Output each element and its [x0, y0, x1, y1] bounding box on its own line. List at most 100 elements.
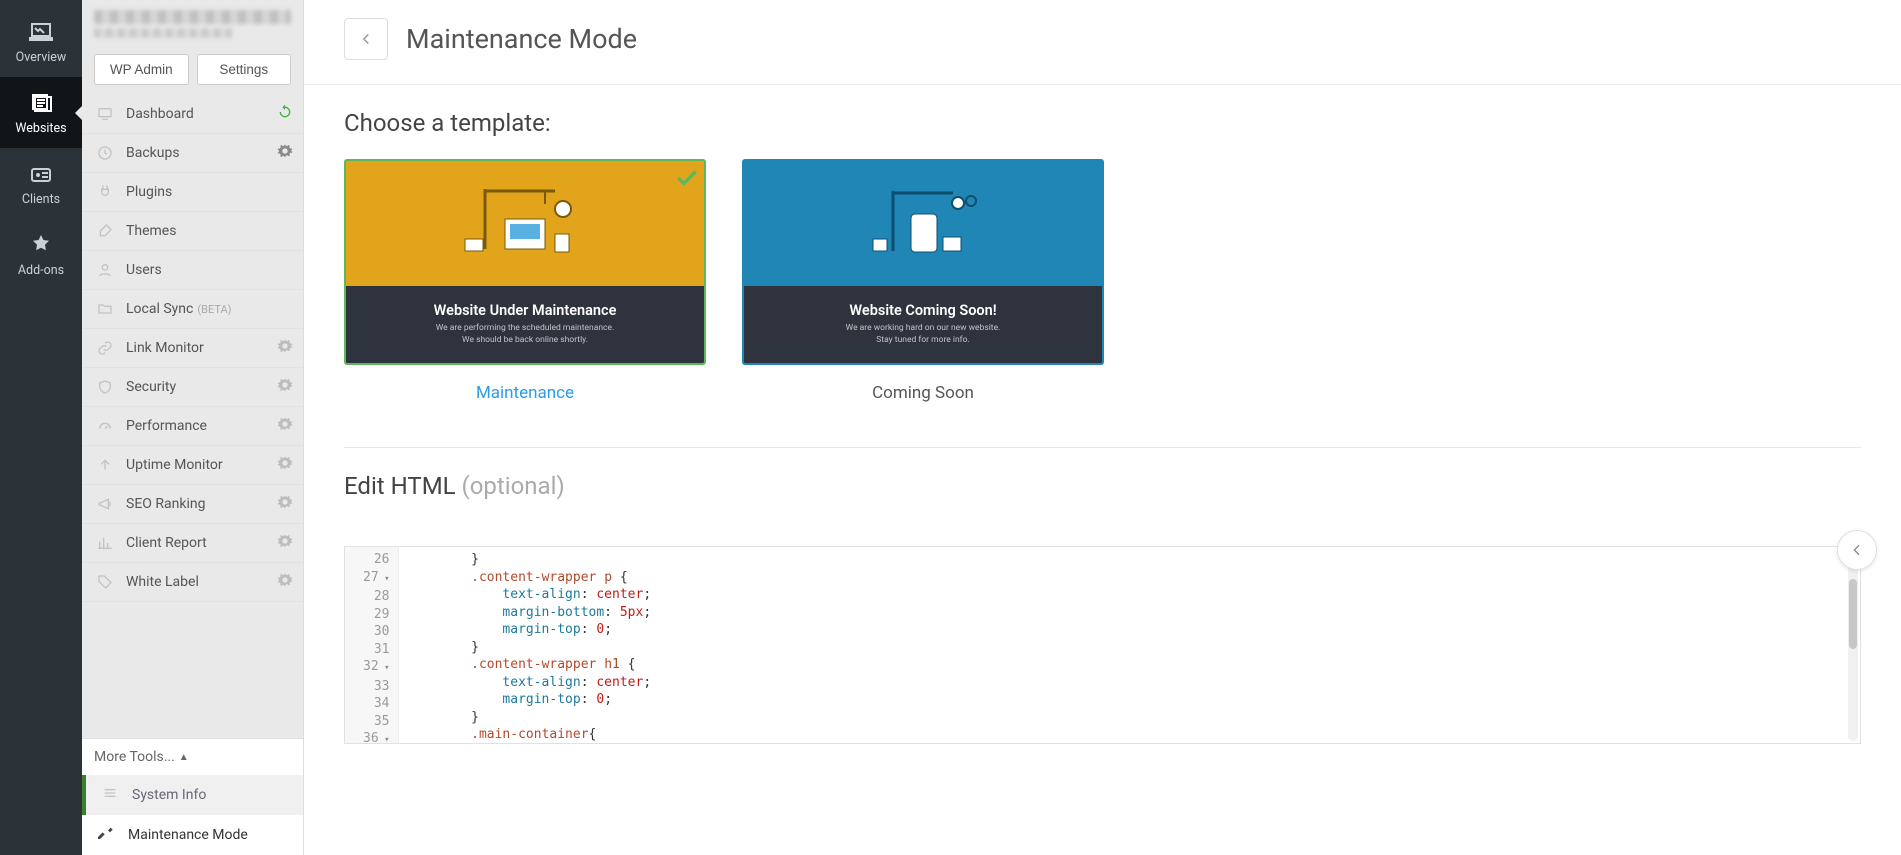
code-line[interactable]: margin-bottom: 5px; [409, 604, 652, 622]
gear-icon[interactable] [277, 416, 293, 436]
gear-icon[interactable] [277, 455, 293, 475]
refresh-icon[interactable] [277, 104, 293, 124]
code-line[interactable]: .content-wrapper p { [409, 569, 652, 587]
line-number: 33 [363, 678, 390, 696]
sub-maintenance-mode[interactable]: Maintenance Mode [82, 815, 303, 855]
sidebar-item-label: Users [126, 262, 162, 278]
sidebar-item-label: Uptime Monitor [126, 457, 223, 473]
rail-addons-label: Add-ons [18, 263, 64, 278]
link-icon [94, 339, 116, 357]
caret-up-icon: ▲ [179, 752, 189, 763]
edit-html-label: Edit HTML [344, 472, 462, 500]
sidebar: WP Admin Settings Dashboard BackupsPlugin… [82, 0, 304, 855]
template-line1: We are working hard on our new website. [846, 323, 1001, 333]
rail-websites[interactable]: Websites [0, 77, 82, 148]
sidebar-item-label: Performance [126, 418, 207, 434]
construction-illustration [445, 179, 605, 269]
code-line[interactable]: .main-container{ [409, 726, 652, 744]
sidebar-item-security[interactable]: Security [82, 368, 303, 407]
sidebar-item-label: Themes [126, 223, 176, 239]
sidebar-item-label: SEO Ranking [126, 496, 205, 512]
sidebar-item-label: Security [126, 379, 176, 395]
wp-admin-button[interactable]: WP Admin [94, 54, 189, 85]
editor-gutter: 26272829303132333435363738 [345, 547, 399, 743]
code-line[interactable]: text-align: center; [409, 674, 652, 692]
rail-addons[interactable]: Add-ons [0, 219, 82, 290]
sidebar-item-label: Client Report [126, 535, 207, 551]
sidebar-item-link-monitor[interactable]: Link Monitor [82, 329, 303, 368]
sidebar-item-seo-ranking[interactable]: SEO Ranking [82, 485, 303, 524]
sidebar-item-plugins[interactable]: Plugins [82, 173, 303, 212]
page-title: Maintenance Mode [406, 23, 637, 55]
sidebar-item-dashboard[interactable]: Dashboard [82, 95, 303, 134]
code-line[interactable]: .content-wrapper h1 { [409, 656, 652, 674]
template-cards: Website Under Maintenance We are perform… [344, 159, 1861, 403]
clients-icon [27, 162, 55, 186]
code-line[interactable]: } [409, 551, 652, 569]
panel-collapse-button[interactable] [1837, 530, 1877, 570]
up-icon [94, 456, 116, 474]
rail-overview[interactable]: Overview [0, 6, 82, 77]
line-number: 32 [363, 658, 390, 678]
folder-icon [94, 300, 116, 318]
shield-icon [94, 378, 116, 396]
template-card-coming-soon[interactable]: Website Coming Soon! We are working hard… [742, 159, 1104, 403]
editor-scrollbar[interactable] [1848, 549, 1858, 741]
sub-system-info-label: System Info [132, 787, 206, 803]
code-line[interactable]: margin-top: 0; [409, 691, 652, 709]
back-button[interactable] [344, 18, 388, 60]
sidebar-item-label: Dashboard [126, 106, 194, 122]
sidebar-item-backups[interactable]: Backups [82, 134, 303, 173]
edit-html-title: Edit HTML (optional) [344, 472, 1861, 500]
gear-icon[interactable] [277, 377, 293, 397]
editor-scroll-thumb[interactable] [1849, 579, 1857, 649]
wrench-icon [98, 825, 120, 845]
html-editor[interactable]: 26272829303132333435363738 } .content-wr… [344, 546, 1861, 744]
topbar: Maintenance Mode [304, 0, 1901, 85]
plug-icon [94, 183, 116, 201]
beta-badge: (BETA) [197, 303, 231, 316]
line-number: 34 [363, 695, 390, 713]
gear-icon[interactable] [277, 338, 293, 358]
sidebar-item-white-label[interactable]: White Label [82, 563, 303, 602]
sidebar-item-uptime-monitor[interactable]: Uptime Monitor [82, 446, 303, 485]
code-line[interactable]: } [409, 639, 652, 657]
sub-maintenance-mode-label: Maintenance Mode [128, 827, 248, 843]
sidebar-item-themes[interactable]: Themes [82, 212, 303, 251]
code-line[interactable]: margin-top: 0; [409, 621, 652, 639]
sidebar-item-client-report[interactable]: Client Report [82, 524, 303, 563]
line-number: 30 [363, 623, 390, 641]
code-line[interactable]: display: table; [409, 744, 652, 745]
gear-icon[interactable] [277, 143, 293, 163]
site-header [82, 0, 303, 48]
template-line2: Stay tuned for more info. [876, 335, 969, 345]
user-icon [94, 261, 116, 279]
more-tools-toggle[interactable]: More Tools... ▲ [82, 738, 303, 775]
more-tools-label: More Tools... [94, 749, 175, 765]
code-line[interactable]: text-align: center; [409, 586, 652, 604]
sidebar-item-users[interactable]: Users [82, 251, 303, 290]
sidebar-item-performance[interactable]: Performance [82, 407, 303, 446]
chart-icon [94, 534, 116, 552]
tag-icon [94, 573, 116, 591]
gear-icon[interactable] [277, 572, 293, 592]
template-card-maintenance[interactable]: Website Under Maintenance We are perform… [344, 159, 706, 403]
sub-system-info[interactable]: System Info [82, 775, 303, 815]
gear-icon[interactable] [277, 494, 293, 514]
sidebar-item-local-sync[interactable]: Local Sync(BETA) [82, 290, 303, 329]
line-number: 28 [363, 588, 390, 606]
line-number: 36 [363, 730, 390, 744]
mega-icon [94, 495, 116, 513]
settings-button[interactable]: Settings [197, 54, 292, 85]
gear-icon[interactable] [277, 533, 293, 553]
gauge-icon [94, 417, 116, 435]
editor-code[interactable]: } .content-wrapper p { text-align: cente… [399, 547, 662, 743]
line-number: 31 [363, 641, 390, 659]
nav-rail: Overview Websites Clients Add-ons [0, 0, 82, 855]
code-line[interactable]: } [409, 709, 652, 727]
template-headline: Website Under Maintenance [434, 302, 617, 319]
rail-clients[interactable]: Clients [0, 148, 82, 219]
choose-template-title: Choose a template: [344, 109, 1861, 137]
edit-html-optional: (optional) [462, 472, 565, 500]
chevron-left-icon [1849, 542, 1865, 558]
